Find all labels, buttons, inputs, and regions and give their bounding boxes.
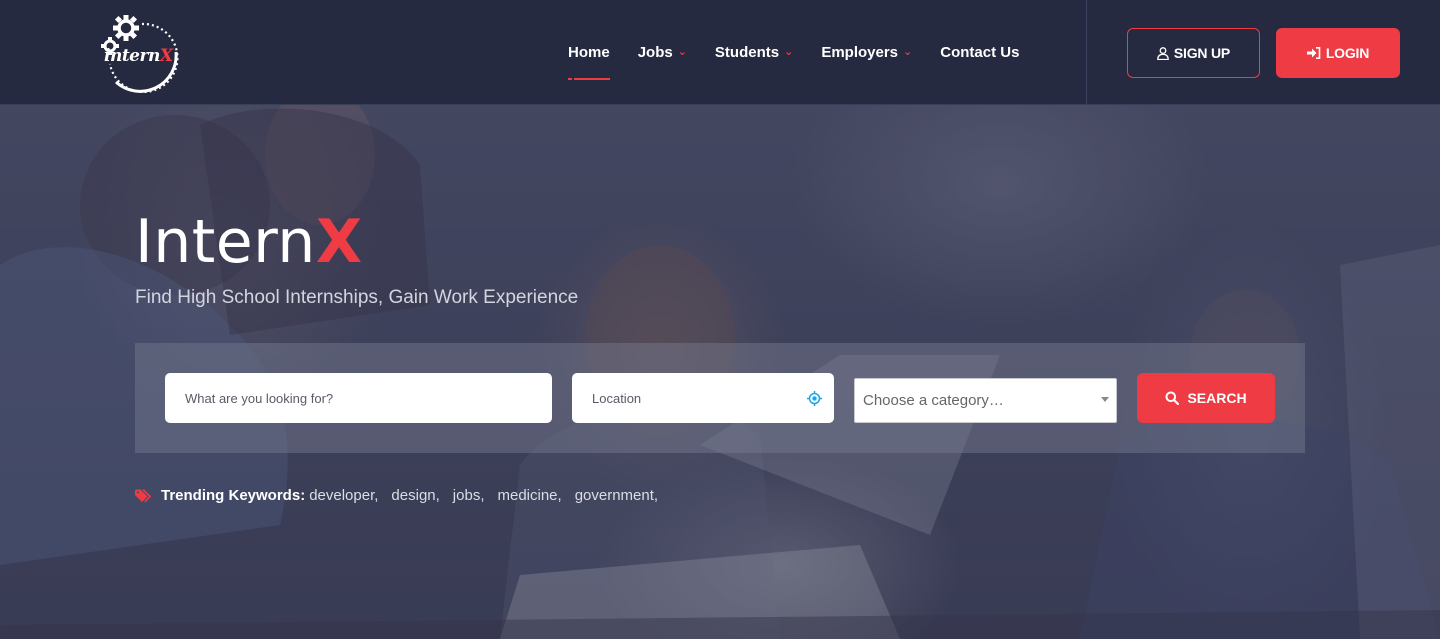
trending-keyword-link[interactable]: medicine, bbox=[497, 487, 561, 504]
trending-keyword-link[interactable]: jobs, bbox=[453, 487, 485, 504]
nav-item-students[interactable]: Students ⌄ bbox=[715, 38, 793, 68]
search-button-label: SEARCH bbox=[1187, 390, 1247, 406]
nav-item-jobs[interactable]: Jobs ⌄ bbox=[638, 38, 687, 68]
location-field bbox=[572, 373, 834, 423]
hero-section: InternX Find High School Internships, Ga… bbox=[0, 105, 1440, 639]
hero-subtitle: Find High School Internships, Gain Work … bbox=[135, 287, 579, 308]
user-icon bbox=[1157, 46, 1169, 60]
location-input[interactable] bbox=[572, 373, 834, 423]
nav-item-label: Jobs bbox=[637, 44, 673, 61]
trending-keyword-link[interactable]: design, bbox=[391, 487, 439, 504]
signup-button-label: SIGN UP bbox=[1173, 45, 1231, 61]
login-button[interactable]: LOGIN bbox=[1276, 28, 1400, 78]
trending-label: Trending Keywords: bbox=[161, 487, 306, 504]
nav-item-home[interactable]: Home bbox=[568, 38, 610, 80]
logo-wordmark: internX bbox=[104, 46, 173, 66]
search-panel: Choose a category… SEARCH bbox=[135, 343, 1305, 453]
search-icon bbox=[1165, 391, 1180, 405]
tags-icon bbox=[135, 488, 152, 503]
nav-item-label: Contact Us bbox=[940, 44, 1020, 61]
header-divider bbox=[1086, 0, 1087, 105]
trending-keyword-link[interactable]: developer, bbox=[309, 487, 378, 504]
brand-logo[interactable]: internX bbox=[98, 12, 182, 94]
trending-keyword-link[interactable]: government, bbox=[575, 487, 658, 504]
crosshair-icon[interactable] bbox=[807, 391, 822, 406]
keyword-search-input[interactable] bbox=[165, 373, 552, 423]
nav-item-label: Students bbox=[714, 44, 780, 61]
main-nav: Home Jobs ⌄ Students ⌄ Employers ⌄ Conta… bbox=[568, 0, 1047, 105]
nav-item-label: Home bbox=[568, 44, 610, 61]
sign-in-icon bbox=[1306, 47, 1321, 59]
caret-down-icon bbox=[1101, 397, 1109, 402]
hero-title: InternX bbox=[135, 208, 363, 276]
chevron-down-icon: ⌄ bbox=[677, 46, 687, 58]
hero-title-main: Intern bbox=[135, 207, 316, 277]
trending-keywords: Trending Keywords: developer, design, jo… bbox=[135, 487, 671, 504]
category-select[interactable]: Choose a category… bbox=[854, 378, 1117, 423]
category-select-value: Choose a category… bbox=[863, 392, 1004, 409]
site-header: internX Home Jobs ⌄ Students ⌄ Employers… bbox=[0, 0, 1440, 105]
nav-item-employers[interactable]: Employers ⌄ bbox=[821, 38, 912, 68]
hero-title-accent: X bbox=[315, 207, 363, 277]
nav-item-contact-us[interactable]: Contact Us bbox=[940, 38, 1019, 68]
signup-button[interactable]: SIGN UP bbox=[1127, 28, 1260, 78]
search-button[interactable]: SEARCH bbox=[1137, 373, 1275, 423]
login-button-label: LOGIN bbox=[1325, 45, 1370, 61]
chevron-down-icon: ⌄ bbox=[784, 46, 794, 58]
chevron-down-icon: ⌄ bbox=[903, 46, 913, 58]
nav-item-label: Employers bbox=[821, 44, 899, 61]
